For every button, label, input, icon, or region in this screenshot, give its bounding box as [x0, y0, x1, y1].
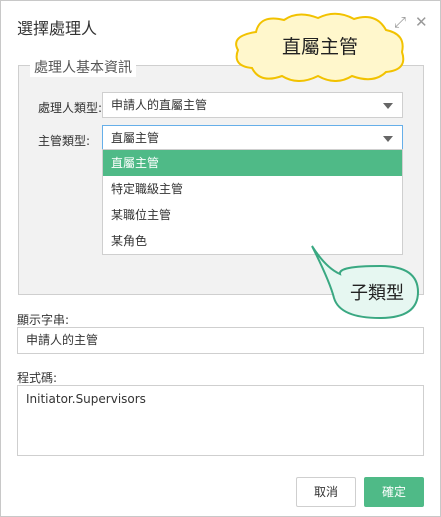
handler-type-label: 處理人類型: [38, 101, 103, 115]
dialog-title: 選擇處理人 [17, 19, 98, 38]
code-label: 程式碼: [17, 371, 58, 385]
cancel-button[interactable]: 取消 [296, 477, 356, 507]
callout-bottom-text: 子類型 [350, 283, 404, 304]
display-string-value: 申請人的主管 [26, 333, 99, 347]
dropdown-option[interactable]: 某職位主管 [103, 202, 402, 228]
group-legend: 處理人基本資訊 [30, 57, 136, 77]
chevron-down-icon [383, 136, 393, 142]
chevron-down-icon [383, 103, 393, 109]
handler-type-value: 申請人的直屬主管 [111, 98, 208, 112]
speech-callout: 子類型 [311, 245, 420, 320]
dropdown-option[interactable]: 特定職級主管 [103, 176, 402, 202]
handler-type-select[interactable]: 申請人的直屬主管 [102, 92, 403, 118]
bubble-shape [311, 245, 420, 320]
ok-button[interactable]: 確定 [364, 477, 424, 507]
display-string-input[interactable]: 申請人的主管 [17, 327, 424, 354]
display-string-label: 顯示字串: [17, 313, 70, 327]
close-icon[interactable]: ✕ [415, 13, 428, 31]
manager-type-label: 主管類型: [38, 134, 91, 148]
cloud-callout: 直屬主管 [235, 12, 405, 82]
code-textarea[interactable]: Initiator.Supervisors [17, 385, 424, 456]
manager-type-value: 直屬主管 [111, 131, 160, 145]
callout-top-text: 直屬主管 [282, 36, 358, 58]
code-value: Initiator.Supervisors [26, 392, 146, 406]
manager-type-select[interactable]: 直屬主管 [102, 125, 403, 151]
dropdown-option[interactable]: 直屬主管 [103, 150, 402, 176]
